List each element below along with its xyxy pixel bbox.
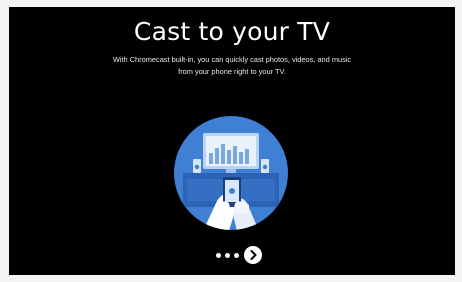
description-line-1: With Chromecast built-in, you can quickl…: [112, 55, 352, 64]
chevron-right-icon: [250, 250, 257, 260]
speaker-left-icon: [193, 159, 201, 173]
description-text: With Chromecast built-in, you can quickl…: [49, 54, 415, 78]
tv-frame: Cast to your TV With Chromecast built-in…: [0, 0, 462, 282]
description-line-2: from your phone right to your TV.: [178, 67, 286, 76]
tv-icon: [203, 133, 259, 173]
setup-screen: Cast to your TV With Chromecast built-in…: [9, 7, 455, 275]
cast-illustration: [174, 116, 288, 230]
page-dot: [216, 253, 221, 258]
next-button[interactable]: [244, 246, 262, 264]
page-title: Cast to your TV: [133, 17, 331, 46]
page-dot: [225, 253, 230, 258]
speaker-right-icon: [261, 159, 269, 173]
page-indicator: [205, 245, 265, 265]
page-dot: [234, 253, 239, 258]
